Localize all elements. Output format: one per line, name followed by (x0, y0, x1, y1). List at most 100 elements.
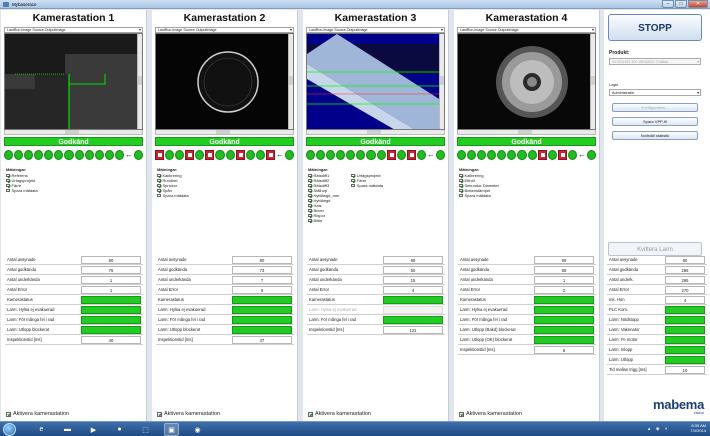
checkbox[interactable] (459, 411, 464, 417)
checkbox[interactable] (308, 203, 312, 208)
horizontal-scrollbar[interactable] (4, 130, 143, 135)
stat-row: Inspektionstid [ms] 121 (307, 325, 445, 335)
checkbox[interactable] (308, 193, 312, 198)
checkbox[interactable] (459, 188, 463, 193)
measurement-option[interactable]: Spara mätdata (459, 193, 499, 198)
fail-indicator (537, 150, 547, 160)
checkbox[interactable] (6, 178, 10, 183)
measurement-option[interactable]: Spara mätdata (351, 183, 383, 188)
activate-station-toggle[interactable]: Aktivera kamerastation (6, 411, 69, 417)
stat-row: Larm: Hylsa ej evakuerad (307, 305, 445, 315)
checkbox[interactable] (6, 183, 10, 188)
current-result-indicator (133, 150, 144, 160)
measurement-option[interactable]: Spara mätdata (157, 193, 189, 198)
firefox-icon[interactable]: ● (112, 423, 127, 436)
clock[interactable]: 8:35 AM 7/4/2014 (690, 423, 706, 433)
current-result-indicator (284, 150, 295, 160)
stat-row: Inspektionstid [ms] 47 (156, 335, 294, 345)
stat-row: Antal underk. 265 (607, 275, 707, 285)
product-label: Produkt: (609, 50, 630, 56)
window-titlebar: Mybaserace – □ ✕ (0, 0, 710, 9)
checkbox[interactable] (308, 173, 312, 178)
horizontal-scrollbar[interactable] (155, 130, 294, 135)
stat-label: Antal underkända (158, 277, 191, 282)
activate-label: Aktivera kamerastation (13, 411, 69, 417)
stat-label: Antal godkända (158, 267, 188, 272)
checkbox[interactable] (308, 218, 312, 223)
vision-app-icon[interactable]: ◉ (190, 423, 205, 436)
network-icon[interactable]: ⬚ (138, 423, 153, 436)
camera-image (155, 33, 294, 130)
result-history: ← (457, 149, 597, 161)
checkbox[interactable] (6, 188, 10, 193)
checkbox[interactable] (157, 173, 161, 178)
checkbox[interactable] (351, 178, 355, 183)
checkbox[interactable] (6, 411, 11, 417)
vertical-scrollbar[interactable] (590, 34, 595, 129)
save-vpp-button[interactable]: Spara VPP-fil (612, 117, 698, 126)
activate-station-toggle[interactable]: Aktivera kamerastation (308, 411, 371, 417)
reset-statistics-button[interactable]: Nollställ statistik (612, 131, 698, 140)
stat-row: Ink. Hon 4 (607, 295, 707, 305)
configuration-button[interactable]: Konfiguration... (612, 103, 698, 112)
media-icon[interactable]: ▶ (86, 423, 101, 436)
checkbox[interactable] (459, 183, 463, 188)
stat-value: 80 (81, 255, 141, 264)
checkbox[interactable] (157, 183, 161, 188)
tray-icons[interactable]: ▴ ◈ ◐ (648, 426, 670, 432)
arrow-left-icon: ← (426, 150, 435, 159)
horizontal-scrollbar[interactable] (306, 130, 445, 135)
horizontal-scrollbar[interactable] (457, 130, 596, 135)
vertical-scrollbar[interactable] (288, 34, 293, 129)
checkbox[interactable] (308, 411, 313, 417)
activate-station-toggle[interactable]: Aktivera kamerastation (157, 411, 220, 417)
activate-label: Aktivera kamerastation (164, 411, 220, 417)
checkbox[interactable] (157, 188, 161, 193)
checkbox[interactable] (351, 183, 355, 188)
stat-label: Larm: För många fel i rad (158, 317, 206, 322)
vertical-scrollbar[interactable] (439, 34, 444, 129)
minimize-button[interactable]: – (662, 0, 674, 8)
activate-station-toggle[interactable]: Aktivera kamerastation (459, 411, 522, 417)
checkbox[interactable] (157, 411, 162, 417)
checkbox[interactable] (6, 173, 10, 178)
ie-icon[interactable]: e (34, 423, 49, 436)
checkbox[interactable] (157, 178, 161, 183)
start-button[interactable] (3, 423, 16, 436)
measurements-panel: Mätningar: Kalibrering Rundhet Sprickor Spån… (157, 167, 297, 198)
product-select[interactable]: NOSSLER 300 WINMAG Tvättad ▾ (609, 58, 701, 65)
login-select[interactable]: Administratör ▾ (609, 89, 701, 96)
stat-label: Antal Error (609, 287, 630, 292)
stat-row: Antal avsynade 69 (307, 255, 445, 265)
app-task-icon[interactable]: ▣ (164, 423, 179, 436)
checkbox[interactable] (459, 178, 463, 183)
pass-indicator (507, 150, 517, 160)
pass-indicator (477, 150, 487, 160)
vertical-scrollbar[interactable] (137, 34, 142, 129)
explorer-icon[interactable]: ▬ (60, 423, 75, 436)
checkbox[interactable] (308, 178, 312, 183)
measurement-option[interactable]: Spara mätdata (6, 188, 38, 193)
checkbox[interactable] (459, 193, 463, 198)
checkbox[interactable] (308, 183, 312, 188)
result-history: ← (155, 149, 295, 161)
stop-button[interactable]: STOPP (608, 14, 702, 41)
acknowledge-alarm-button[interactable]: Kvittera Larm (608, 242, 702, 256)
checkbox[interactable] (308, 208, 312, 213)
checkbox[interactable] (351, 173, 355, 178)
measurement-label: Spara mätdata (464, 193, 491, 198)
checkbox[interactable] (308, 213, 312, 218)
checkbox[interactable] (308, 188, 312, 193)
checkbox[interactable] (157, 193, 161, 198)
stat-label: Larm: Nödstopp (609, 317, 639, 322)
checkbox[interactable] (308, 198, 312, 203)
pass-indicator (487, 150, 497, 160)
close-button[interactable]: ✕ (688, 0, 708, 8)
measurement-label: Spara mätdata (356, 183, 384, 188)
pass-indicator (366, 150, 376, 160)
checkbox[interactable] (459, 173, 463, 178)
measurement-option[interactable]: Bölle (308, 218, 339, 223)
arrow-left-icon: ← (577, 150, 586, 159)
stat-row: Antal Error 4 (307, 285, 445, 295)
maximize-button[interactable]: □ (675, 0, 687, 8)
